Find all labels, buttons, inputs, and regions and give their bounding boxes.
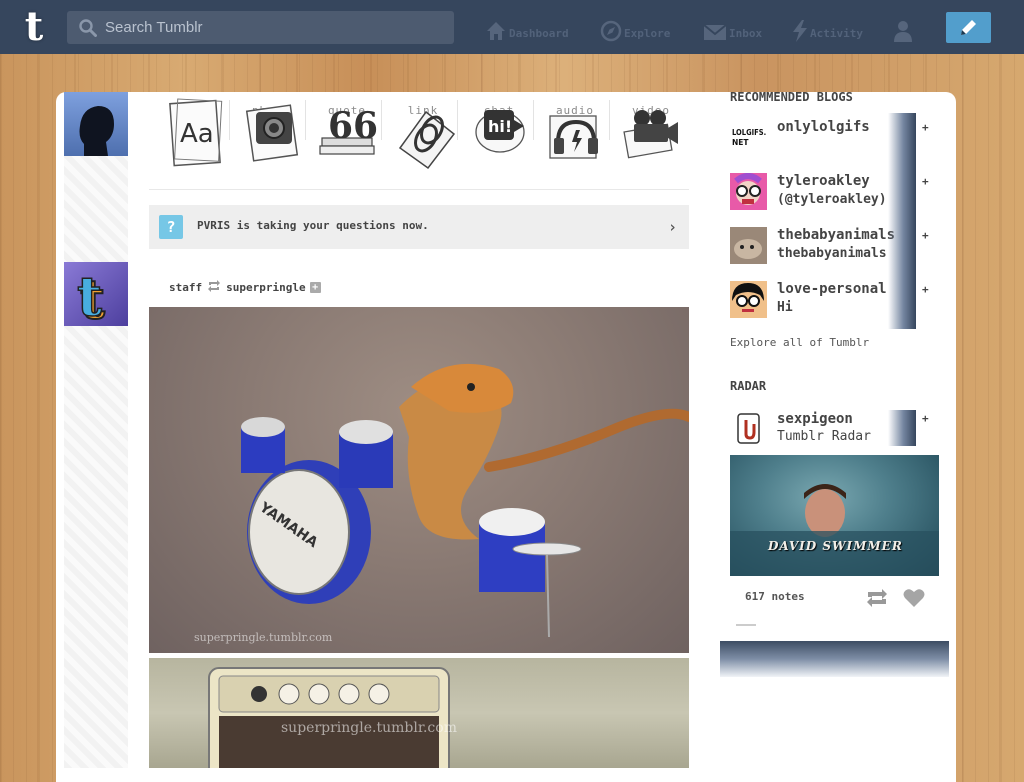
quote-icon: 66 — [319, 105, 378, 155]
blog-avatar — [730, 281, 767, 318]
follow-source-icon[interactable]: + — [309, 281, 321, 293]
tumblr-t-icon: t t — [64, 262, 128, 326]
blog-name[interactable]: tyleroakley — [777, 173, 870, 189]
nav-activity[interactable]: Activity — [792, 14, 863, 42]
chevron-right-icon: › — [667, 218, 677, 236]
post-author-link[interactable]: staff — [169, 281, 202, 294]
nav-label: Dashboard — [509, 27, 569, 40]
home-icon — [487, 22, 505, 40]
person-icon — [894, 21, 912, 42]
svg-text:Aa: Aa — [180, 119, 214, 149]
follow-button[interactable]: + — [922, 412, 929, 425]
ask-banner-text: PVRIS is taking your questions now. — [197, 219, 429, 232]
blog-name[interactable]: onlylolgifs — [777, 119, 870, 135]
nav-label: Explore — [624, 27, 671, 40]
post-type-chat[interactable]: chat hi! — [464, 98, 534, 172]
post-type-link[interactable]: link — [388, 98, 458, 172]
radar-heading: RADAR — [730, 379, 767, 393]
compose-button[interactable] — [946, 12, 991, 43]
link-icon — [398, 110, 456, 170]
like-button[interactable] — [903, 588, 925, 612]
post-header: staff superpringle + — [169, 279, 321, 295]
notes-count[interactable]: 617 notes — [745, 590, 805, 603]
blog-subtitle: thebabyanimals — [777, 246, 887, 261]
nav-label: Activity — [810, 27, 863, 40]
nav-explore[interactable]: Explore — [600, 14, 670, 42]
nav-inbox[interactable]: Inbox — [703, 14, 762, 42]
user-avatar[interactable] — [64, 92, 128, 156]
reblog-icon — [867, 589, 887, 607]
pencil-icon — [961, 20, 976, 35]
recommended-heading: RECOMMENDED BLOGS — [730, 90, 853, 104]
svg-text:66: 66 — [328, 105, 378, 147]
radar-post-image[interactable]: DAVID SWIMMER — [730, 455, 939, 576]
follow-button[interactable]: + — [922, 229, 929, 242]
svg-text:hi!: hi! — [488, 117, 512, 136]
blog-avatar — [730, 173, 767, 210]
question-icon: ? — [159, 215, 183, 239]
camera-icon — [245, 104, 299, 162]
follow-button[interactable]: + — [922, 283, 929, 296]
nav-label: Inbox — [729, 27, 763, 40]
divider — [149, 189, 689, 190]
search-input[interactable] — [105, 11, 445, 44]
post-type-quote[interactable]: quote 66 — [312, 98, 382, 172]
heart-icon — [903, 589, 925, 607]
silhouette-icon — [64, 92, 128, 156]
blog-name[interactable]: love-personal — [777, 281, 887, 297]
headphones-icon — [549, 115, 598, 159]
recommended-blog[interactable]: tyleroakley (@tyleroakley) + — [730, 167, 930, 221]
reblog-source-link[interactable]: superpringle — [226, 281, 305, 294]
video-camera-icon — [623, 110, 678, 159]
post-type-bar: text Aa photo quote 66 link — [160, 98, 690, 172]
blog-avatar — [730, 227, 767, 264]
top-bar: t Dashboard Explore Inbox Activity — [0, 0, 1024, 54]
svg-text:NET: NET — [732, 138, 749, 147]
search-box[interactable] — [67, 11, 454, 44]
follow-button[interactable]: + — [922, 175, 929, 188]
watermark-text: superpringle.tumblr.com — [194, 631, 333, 644]
chat-icon: hi! — [475, 110, 525, 153]
blog-name[interactable]: sexpigeon — [777, 411, 853, 427]
account-menu[interactable] — [894, 14, 912, 42]
reblog-button[interactable] — [865, 588, 889, 612]
radar-caption: DAVID SWIMMER — [768, 539, 903, 553]
post-type-video[interactable]: video — [616, 98, 686, 172]
blog-avatar — [730, 410, 767, 447]
radar-blog[interactable]: sexpigeon Tumblr Radar + — [730, 410, 930, 448]
blog-avatar: LOLGIFS. NET — [730, 119, 767, 156]
blog-name[interactable]: thebabyanimals — [777, 227, 895, 243]
post-type-photo[interactable]: photo — [236, 98, 306, 172]
text-icon: Aa — [169, 98, 223, 167]
svg-text:t: t — [77, 264, 102, 326]
compass-icon — [600, 20, 622, 42]
svg-text:LOLGIFS.: LOLGIFS. — [732, 128, 766, 137]
post-photo-2[interactable]: superpringle.tumblr.com — [149, 658, 689, 768]
blog-subtitle: Tumblr Radar — [777, 429, 871, 444]
envelope-icon — [703, 24, 727, 40]
lizard-drummer-image: YAMAHA superpringle.tumblr.com — [194, 363, 689, 644]
blog-subtitle: Hi — [777, 300, 793, 315]
nav-dashboard[interactable]: Dashboard — [485, 14, 569, 42]
post-type-audio[interactable]: audio — [540, 98, 610, 172]
reblog-icon — [207, 279, 221, 295]
ask-banner[interactable]: ? PVRIS is taking your questions now. › — [149, 205, 689, 249]
watermark-text: superpringle.tumblr.com — [281, 720, 457, 736]
explore-all-link[interactable]: Explore all of Tumblr — [730, 336, 869, 349]
search-icon — [79, 19, 97, 37]
swimmer-image — [730, 484, 939, 576]
recommended-blog[interactable]: LOLGIFS. NET onlylolgifs + — [730, 113, 930, 167]
avatar-column — [64, 92, 128, 768]
recommended-blog[interactable]: love-personal Hi + — [730, 275, 930, 329]
recommended-blog[interactable]: thebabyanimals thebabyanimals + — [730, 221, 930, 275]
sidebar-footer-fade — [720, 641, 949, 677]
amplifier-image — [208, 667, 450, 768]
follow-button[interactable]: + — [922, 121, 929, 134]
post-author-avatar[interactable]: t t — [64, 262, 128, 326]
lightning-icon — [793, 20, 807, 42]
post-photo[interactable]: YAMAHA superpringle.tumblr.com — [149, 307, 689, 653]
tumblr-logo[interactable]: t — [16, 7, 52, 47]
blog-subtitle: (@tyleroakley) — [777, 192, 887, 207]
post-type-text[interactable]: text Aa — [160, 98, 230, 172]
